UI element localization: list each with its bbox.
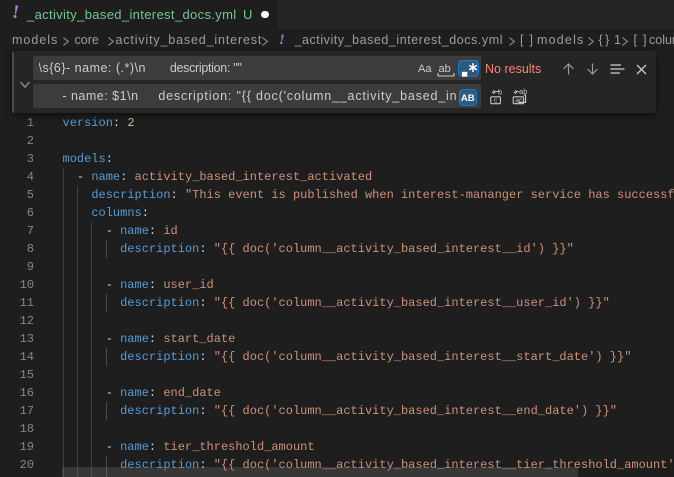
svg-text:b: b <box>498 87 502 96</box>
svg-text:ac: ac <box>515 98 523 105</box>
svg-text:c: c <box>494 98 498 105</box>
